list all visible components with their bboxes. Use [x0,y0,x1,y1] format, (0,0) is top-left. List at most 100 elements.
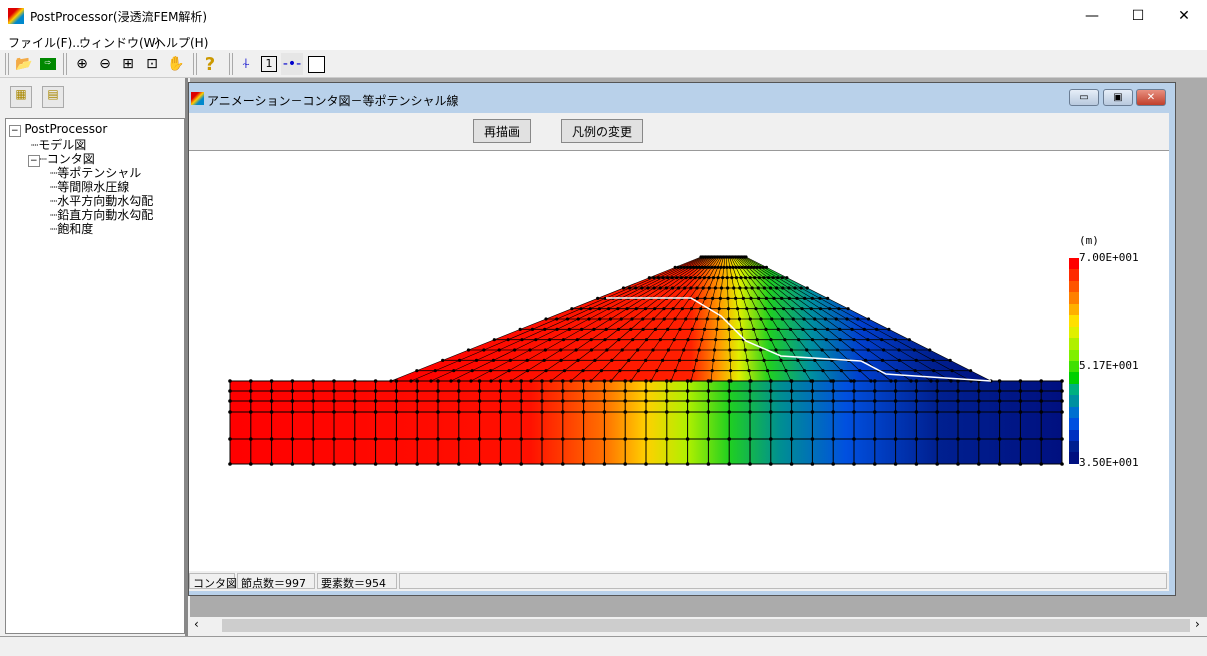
title-bar: PostProcessor(浸透流FEM解析) — ☐ ✕ [0,0,1207,32]
child-restore-button[interactable]: ▣ [1103,89,1133,106]
mesh-node [436,437,440,441]
mesh-node [540,462,544,466]
mesh-node [831,410,835,414]
mesh-node [956,437,960,441]
node-icon[interactable]: -•- [281,53,303,75]
mesh-node [249,462,253,466]
mesh-node [415,389,420,393]
mesh-node [852,399,856,403]
horizontal-scrollbar[interactable]: ‹ › [190,617,1207,634]
button-bar: 再描画 凡例の変更 [189,113,1169,151]
mesh-node [748,462,752,466]
maximize-button[interactable]: ☐ [1115,0,1161,32]
redraw-button[interactable]: 再描画 [473,119,532,143]
mesh-node [1018,437,1023,441]
mesh-node [1018,462,1023,466]
mesh-node [831,462,835,466]
element-icon[interactable] [307,55,325,73]
tree-item-saturation[interactable]: ┈飽和度 [50,220,93,237]
mesh-node [498,462,503,466]
legend-band [1069,292,1079,304]
child-close-button[interactable]: ✕ [1136,89,1166,106]
scroll-thumb[interactable] [222,619,1190,632]
frame-icon[interactable]: ⊡ [141,53,163,75]
mesh-node [727,437,731,441]
close-button[interactable]: ✕ [1161,0,1207,32]
mesh-node [893,462,898,466]
mesh-node [665,389,669,393]
mesh-node [602,389,607,393]
mesh-node [269,399,274,403]
mesh-node [1039,437,1043,441]
mesh-node [1060,462,1064,466]
mesh-node [269,379,274,383]
mesh-node [977,399,981,403]
minimize-button[interactable]: — [1069,0,1115,32]
mesh-node [290,399,295,403]
exit-icon[interactable]: ⇨ [40,58,56,70]
mesh-node [977,389,981,393]
mesh-node [457,462,461,466]
tree-expand-icon[interactable]: ▦ [10,86,32,108]
mesh-node [519,462,523,466]
legend-band [1069,360,1079,373]
mesh-node [748,410,752,414]
zoom-out-icon[interactable]: ⊖ [94,53,116,75]
mesh-node [394,462,399,466]
help-icon[interactable]: ? [199,53,221,75]
node-number-icon[interactable]: ⍭ [235,53,257,75]
mesh-node [810,410,815,414]
mesh-node [373,437,378,441]
mesh-node [249,379,253,383]
element-number-icon[interactable]: 1 [261,56,277,72]
legend-band [1069,349,1079,361]
mesh-node [249,389,253,393]
pan-hand-icon[interactable]: ✋ [165,53,187,75]
mesh-node [665,399,669,403]
mesh-node [457,437,461,441]
mesh-node [685,389,690,393]
mesh-node [394,437,399,441]
menu-window[interactable]: ウィンドウ(W) [79,34,160,51]
legend-band [1069,326,1079,339]
mesh-node [332,379,336,383]
mesh-node [665,462,669,466]
status-elements: 要素数＝954 [317,573,397,590]
legend-unit: (m) [1079,234,1099,247]
zoom-in-icon[interactable]: ⊕ [71,53,93,75]
open-folder-icon[interactable]: 📂 [13,53,35,75]
mesh-node [332,389,336,393]
mesh-node [1018,379,1023,383]
mesh-node [373,410,378,414]
mesh-node [873,462,877,466]
mesh-node [353,437,357,441]
mesh-node [561,389,565,393]
window-icon [191,92,204,105]
mesh-node [706,410,711,414]
mesh-node [228,462,232,466]
window-title: アニメーション－コンタ図－等ポテンシャル線 [207,94,459,108]
mesh-node [1018,389,1023,393]
mesh-node [519,399,523,403]
mesh-node [852,389,856,393]
child-minimize-button[interactable]: ▭ [1069,89,1099,106]
mesh-node [540,389,544,393]
mesh-node [623,437,627,441]
legend-band [1069,258,1079,270]
contour-canvas: (m) 7.00E+001 5.17E+001 3.50E+001 [189,151,1169,571]
legend-mid: 5.17E+001 [1079,359,1139,372]
contour-plot [228,255,1064,466]
mesh-node [852,462,856,466]
fit-icon[interactable]: ⊞ [117,53,139,75]
mesh-node [977,462,981,466]
menu-file[interactable]: ファイル(F)... [8,34,84,51]
tree-item-root[interactable]: − PostProcessor [9,122,107,137]
mesh-node [498,437,503,441]
tree-collapse-icon[interactable]: ▤ [42,86,64,108]
legend-change-button[interactable]: 凡例の変更 [561,119,644,143]
scroll-left-icon[interactable]: ‹ [194,617,199,631]
scroll-right-icon[interactable]: › [1195,617,1200,631]
mesh-node [332,437,336,441]
menu-help[interactable]: ヘルプ(H) [154,34,208,51]
mesh-node [373,399,378,403]
